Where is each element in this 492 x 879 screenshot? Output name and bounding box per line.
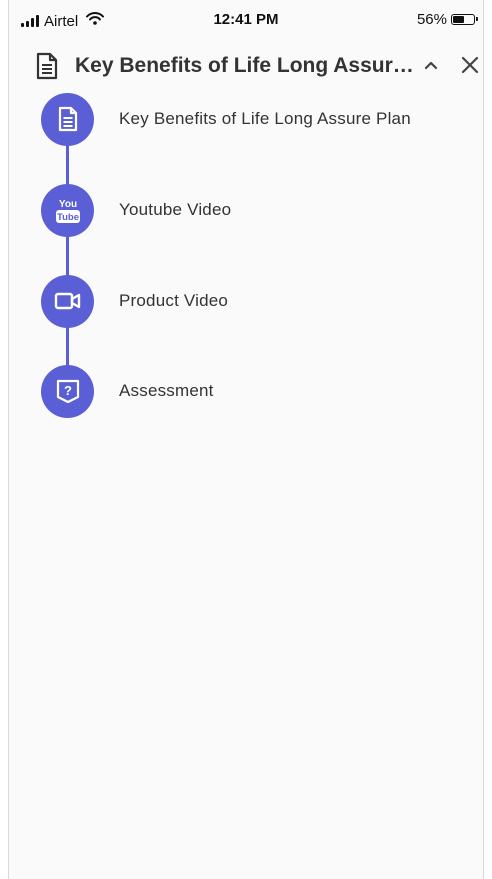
status-bar: Airtel 12:41 PM 56% [9,0,483,40]
step-product-video[interactable]: Product Video [41,274,471,328]
video-camera-icon [41,274,94,328]
document-icon [41,92,94,146]
app-screen: Airtel 12:41 PM 56% Key Benefits of Life… [8,0,484,879]
chevron-up-icon[interactable] [423,55,439,80]
step-assessment[interactable]: ? Assessment [41,364,471,418]
step-key-benefits[interactable]: Key Benefits of Life Long Assure Plan [41,92,471,146]
close-icon[interactable] [460,55,480,80]
step-label: Product Video [119,291,229,310]
svg-text:Tube: Tube [57,212,79,223]
step-youtube-video[interactable]: You Tube Youtube Video [41,183,471,237]
assessment-icon: ? [41,364,94,418]
document-icon [35,52,59,85]
status-time: 12:41 PM [213,11,279,28]
svg-text:?: ? [64,383,72,398]
battery-percent: 56% [416,11,447,28]
lesson-header: Key Benefits of Life Long Assure Plan [9,44,483,88]
timeline-connector [66,118,69,390]
step-label: Assessment [119,381,214,400]
step-label: Key Benefits of Life Long Assure Plan [119,109,411,128]
step-label: Youtube Video [119,200,232,219]
svg-text:You: You [58,199,76,210]
lesson-title: Key Benefits of Life Long Assure Plan [75,54,415,77]
youtube-icon: You Tube [41,183,94,237]
battery-icon [451,14,478,25]
